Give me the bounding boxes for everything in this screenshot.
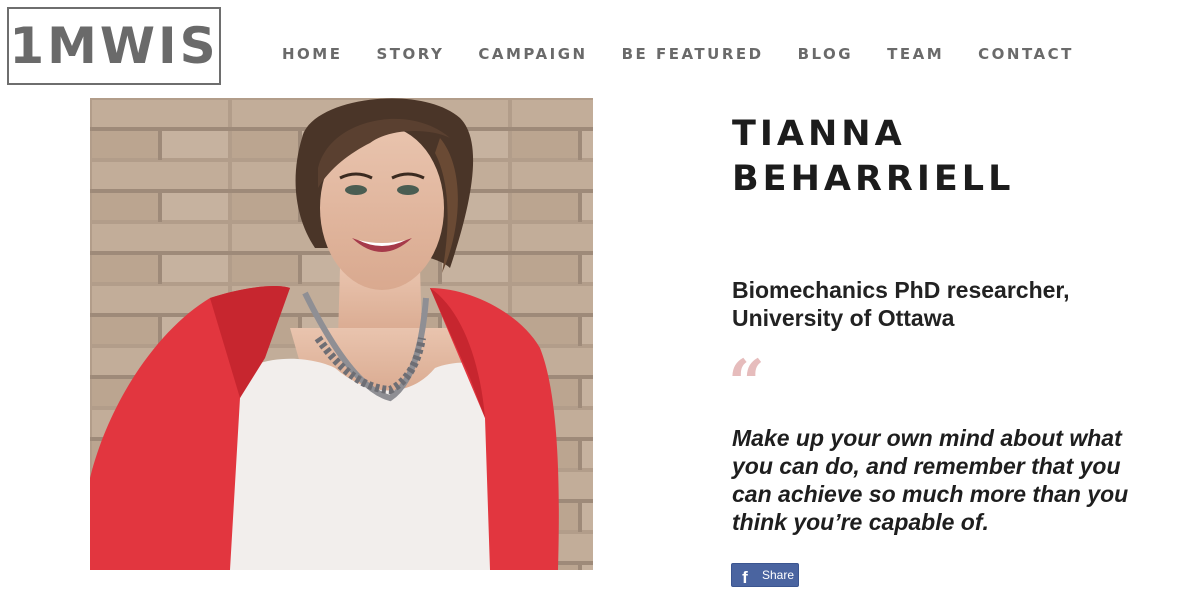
profile-role-line1: Biomechanics PhD researcher, [732, 277, 1070, 303]
profile-name: TIANNA BEHARRIELL [732, 112, 1014, 202]
profile-role: Biomechanics PhD researcher, University … [732, 276, 1070, 332]
nav-story[interactable]: STORY [376, 44, 444, 64]
site-logo[interactable]: 1MWIS [7, 7, 221, 85]
profile-last-name: BEHARRIELL [732, 159, 1015, 199]
profile-role-line2: University of Ottawa [732, 305, 955, 331]
profile-first-name: TIANNA [732, 114, 906, 154]
quote-mark-icon: “ [728, 346, 765, 421]
profile-photo [90, 98, 593, 570]
main-nav: HOME STORY CAMPAIGN BE FEATURED BLOG TEA… [282, 44, 1108, 64]
nav-campaign[interactable]: CAMPAIGN [478, 44, 587, 64]
nav-home[interactable]: HOME [282, 44, 342, 64]
profile-photo-illustration [90, 98, 593, 570]
nav-team[interactable]: TEAM [887, 44, 944, 64]
nav-contact[interactable]: CONTACT [978, 44, 1074, 64]
nav-be-featured[interactable]: BE FEATURED [622, 44, 764, 64]
facebook-share-button[interactable]: f Share [731, 563, 799, 587]
facebook-icon: f [742, 568, 748, 587]
nav-blog[interactable]: BLOG [798, 44, 854, 64]
logo-text: 1MWIS [9, 17, 219, 75]
profile-quote: Make up your own mind about what you can… [732, 425, 1129, 535]
share-label: Share [762, 568, 795, 582]
